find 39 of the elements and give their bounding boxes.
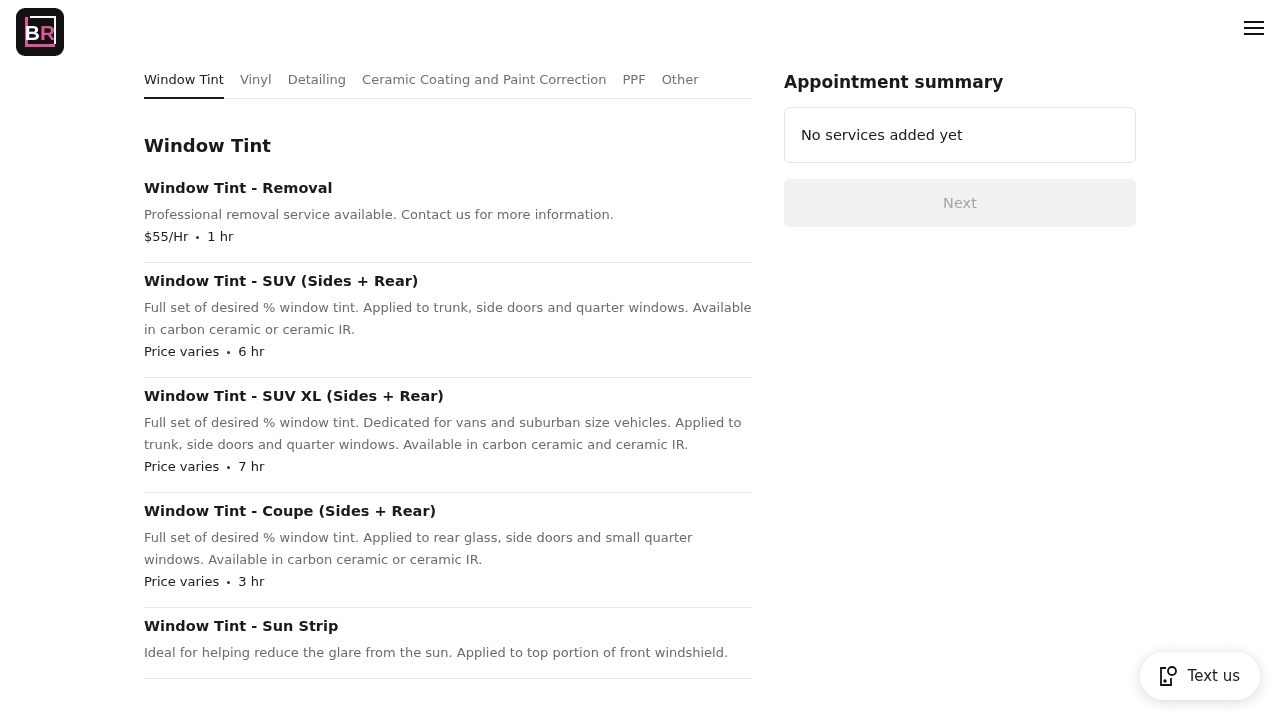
menu-button[interactable] [1244,20,1264,36]
service-name: Window Tint - SUV (Sides + Rear) [144,273,420,289]
service-duration: 1 hr [207,228,234,246]
service-duration: 6 hr [238,343,265,361]
category-tab[interactable]: Ceramic Coating and Paint Correction [362,72,607,99]
service-duration: 7 hr [238,458,265,476]
service-duration: 3 hr [238,573,265,591]
service-item[interactable]: Window Tint - Coupe (Sides + Rear) Full set of desired % window tint. Applied to rear glass, side doors and small quarter windows. Available in carbon ceramic or ceramic IR. Price varies 3 hr [144,493,752,608]
service-description: Ideal for helping reduce the glare from the sun. Applied to top portion of front windshield. [144,644,730,662]
category-tab[interactable]: Detailing [287,72,347,99]
service-description: Full set of desired % window tint. Dedicated for vans and suburban size vehicles. Applied to trunk, side doors and quarter windows. Available in carbon ceramic and ceramic IR. [144,414,743,454]
separator-dot [227,580,231,584]
category-tab[interactable]: PPF [622,72,646,99]
category-tab[interactable]: Other [661,72,699,99]
service-price: Price varies [144,458,220,476]
service-price: Price varies [144,573,220,591]
summary-card: No services added yet [784,107,1136,163]
service-item[interactable]: Window Tint - Sun Strip Ideal for helping reduce the glare from the sun. Applied to top portion of front windshield. [144,608,752,679]
service-name: Window Tint - Coupe (Sides + Rear) [144,503,438,519]
service-description: Full set of desired % window tint. Applied to trunk, side doors and quarter windows. Available in carbon ceramic or ceramic IR. [144,299,752,339]
service-name: Window Tint - Removal [144,180,334,196]
service-item[interactable]: Window Tint - SUV (Sides + Rear) Full set of desired % window tint. Applied to trunk, side doors and quarter windows. Available in carbon ceramic or ceramic IR. Price varies 6 hr [144,263,752,378]
chat-phone-icon [1157,665,1178,687]
menu-icon [1244,21,1264,35]
service-description: Full set of desired % window tint. Applied to rear glass, side doors and small quarter windows. Available in carbon ceramic or ceramic IR. [144,529,694,569]
separator-dot [227,350,231,354]
summary-title: Appointment summary [784,72,1005,92]
service-name: Window Tint - SUV XL (Sides + Rear) [144,388,445,404]
separator-dot [196,235,200,239]
service-price: Price varies [144,343,220,361]
service-item[interactable]: Window Tint - Removal Professional removal service available. Contact us for more information. $55/Hr 1 hr [144,170,752,263]
category-tab[interactable]: Window Tint [144,72,224,99]
category-tab[interactable]: Vinyl [239,72,272,99]
separator-dot [227,465,231,469]
service-name: Window Tint - Sun Strip [144,618,340,634]
text-us-button[interactable]: Text us [1139,652,1260,700]
service-description: Professional removal service available. Contact us for more information. [144,206,615,224]
section-title: Window Tint [144,135,272,156]
service-price: $55/Hr [144,228,189,246]
